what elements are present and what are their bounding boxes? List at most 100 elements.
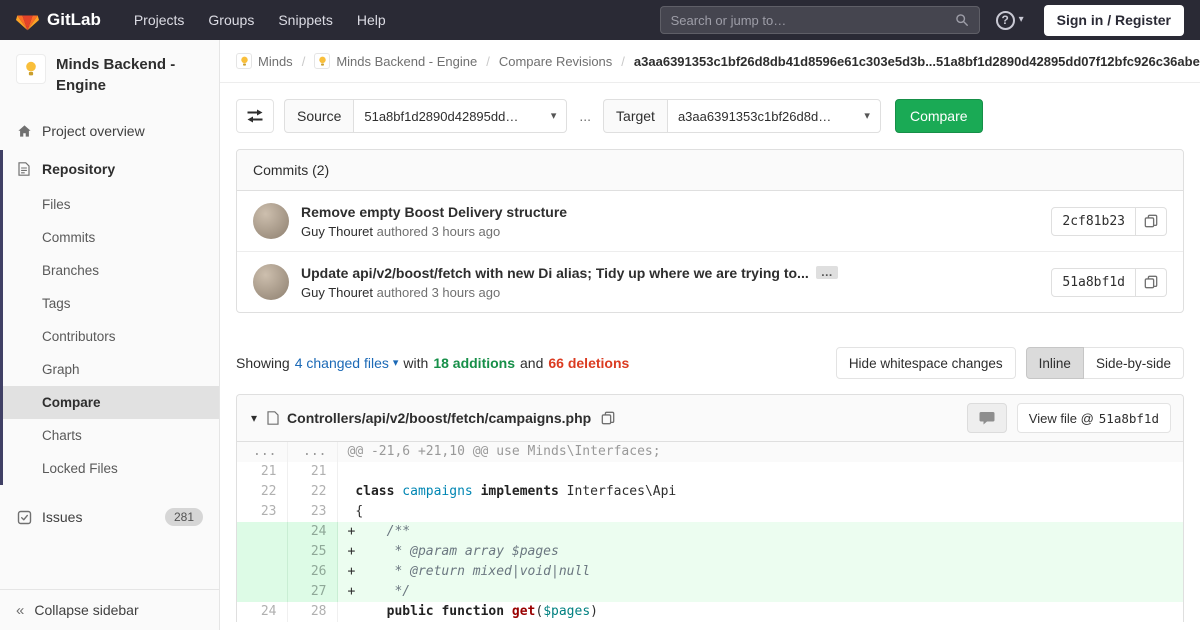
new-line-number[interactable]: 22 bbox=[287, 482, 338, 502]
target-label: Target bbox=[603, 99, 667, 133]
diff-stats: Showing 4 changed files ▾ with 18 additi… bbox=[236, 355, 629, 371]
diff-lines: ...... @@ -21,6 +21,10 @@ use Minds\Inter… bbox=[237, 442, 1183, 622]
new-line-number[interactable]: 25 bbox=[287, 542, 338, 562]
commit-title-link[interactable]: Remove empty Boost Delivery structure bbox=[301, 204, 567, 220]
breadcrumb-separator: / bbox=[301, 53, 306, 69]
sidebar-item-issues[interactable]: Issues 281 bbox=[0, 497, 219, 537]
sidebar-item-project-overview[interactable]: Project overview bbox=[0, 112, 219, 150]
commit-info: Update api/v2/boost/fetch with new Di al… bbox=[301, 265, 1039, 300]
help-menu[interactable]: ? ▾ bbox=[995, 10, 1024, 30]
sidebar-section-repository: Repository Files Commits Branches Tags Contr… bbox=[0, 150, 219, 485]
commit-sha[interactable]: 2cf81b23 bbox=[1051, 206, 1136, 236]
sidebar-nav: Project overview Repository Files Commits… bbox=[0, 112, 219, 537]
new-line-number[interactable]: 27 bbox=[287, 582, 338, 602]
commit-meta: Guy Thouret authored 3 hours ago bbox=[301, 285, 1039, 300]
commit-author-link[interactable]: Guy Thouret bbox=[301, 285, 373, 300]
diff-line-add: 25 + * @param array $pages bbox=[237, 542, 1183, 562]
new-line-number[interactable]: 26 bbox=[287, 562, 338, 582]
inline-view-button[interactable]: Inline bbox=[1025, 347, 1084, 379]
changed-files-label: 4 changed files bbox=[294, 355, 389, 371]
commit-meta-text: authored 3 hours ago bbox=[376, 223, 501, 239]
old-line-number[interactable]: 24 bbox=[237, 602, 288, 622]
compare-button[interactable]: Compare bbox=[894, 99, 983, 133]
new-line-number[interactable]: 21 bbox=[287, 462, 338, 482]
diff-line-add: 26 + * @return mixed|void|null bbox=[237, 562, 1183, 582]
project-title[interactable]: Minds Backend - Engine bbox=[56, 54, 203, 96]
collapse-label: Collapse sidebar bbox=[34, 602, 139, 618]
sign-in-button[interactable]: Sign in / Register bbox=[1043, 4, 1184, 36]
target-value: a3aa6391353c1bf26d8d… bbox=[677, 108, 832, 124]
old-line-number[interactable] bbox=[237, 562, 288, 582]
old-line-number[interactable] bbox=[237, 542, 288, 562]
commit-expand-button[interactable]: … bbox=[815, 266, 838, 279]
diff-view-toggle: Inline Side-by-side bbox=[1025, 347, 1184, 379]
commit-sha[interactable]: 51a8bf1d bbox=[1051, 267, 1136, 297]
sidebar-item-charts[interactable]: Charts bbox=[3, 419, 219, 452]
file-path[interactable]: Controllers/api/v2/boost/fetch/campaigns… bbox=[287, 410, 591, 426]
search-input[interactable] bbox=[670, 12, 955, 28]
old-line-number[interactable] bbox=[237, 582, 288, 602]
copy-sha-button[interactable] bbox=[1136, 267, 1167, 297]
old-line-number[interactable]: ... bbox=[237, 442, 288, 462]
lightbulb-icon bbox=[26, 61, 36, 76]
view-file-button[interactable]: View file @ 51a8bf1d bbox=[1016, 403, 1171, 433]
sidebar-item-branches[interactable]: Branches bbox=[3, 254, 219, 287]
breadcrumb-item-minds[interactable]: Minds bbox=[236, 53, 293, 69]
hide-whitespace-button[interactable]: Hide whitespace changes bbox=[835, 347, 1016, 379]
diff-line-add: 27 + */ bbox=[237, 582, 1183, 602]
old-line-number[interactable]: 23 bbox=[237, 502, 288, 522]
new-line-number[interactable]: 23 bbox=[287, 502, 338, 522]
commit-list: Remove empty Boost Delivery structure Guy… bbox=[237, 191, 1183, 312]
sidebar-item-compare[interactable]: Compare bbox=[3, 386, 219, 419]
changed-files-dropdown[interactable]: 4 changed files ▾ bbox=[295, 355, 399, 371]
diff-stats-row: Showing 4 changed files ▾ with 18 additi… bbox=[236, 347, 1184, 379]
project-avatar[interactable] bbox=[16, 54, 46, 84]
new-line-number[interactable]: 28 bbox=[287, 602, 338, 622]
navbar-link-snippets[interactable]: Snippets bbox=[267, 6, 343, 34]
copy-path-button[interactable] bbox=[599, 409, 617, 427]
gitlab-brand-link[interactable]: GitLab bbox=[16, 9, 101, 31]
sidebar-item-contributors[interactable]: Contributors bbox=[3, 320, 219, 353]
side-by-side-view-button[interactable]: Side-by-side bbox=[1083, 347, 1184, 379]
swap-revisions-button[interactable] bbox=[236, 99, 274, 133]
commit-author-avatar[interactable] bbox=[253, 264, 289, 300]
collapse-sidebar-button[interactable]: « Collapse sidebar bbox=[0, 589, 219, 630]
showing-text: Showing bbox=[236, 355, 290, 371]
old-line-number[interactable]: 22 bbox=[237, 482, 288, 502]
global-search[interactable] bbox=[659, 6, 980, 34]
sidebar-item-graph[interactable]: Graph bbox=[3, 353, 219, 386]
navbar-link-help[interactable]: Help bbox=[346, 6, 397, 34]
sidebar-item-commits[interactable]: Commits bbox=[3, 221, 219, 254]
sidebar-item-files[interactable]: Files bbox=[3, 188, 219, 221]
collapse-file-icon[interactable]: ▾ bbox=[249, 411, 259, 425]
sidebar-item-repository[interactable]: Repository bbox=[3, 150, 219, 188]
breadcrumb-item-minds-backend-engine[interactable]: Minds Backend - Engine bbox=[314, 53, 477, 69]
sidebar-item-label: Project overview bbox=[42, 123, 145, 139]
commit-sha-group: 51a8bf1d bbox=[1051, 267, 1167, 297]
sidebar-item-tags[interactable]: Tags bbox=[3, 287, 219, 320]
diff-table: ...... @@ -21,6 +21,10 @@ use Minds\Inter… bbox=[237, 442, 1183, 622]
breadcrumb-item-compare-revisions[interactable]: Compare Revisions bbox=[499, 54, 612, 69]
old-line-number[interactable]: 21 bbox=[237, 462, 288, 482]
diff-line-code: @@ -21,6 +21,10 @@ use Minds\Interfaces; bbox=[337, 442, 1183, 462]
commit-author-link[interactable]: Guy Thouret bbox=[301, 224, 373, 239]
source-dropdown[interactable]: 51a8bf1d2890d42895dd… ▾ bbox=[353, 99, 568, 133]
sidebar-item-locked-files[interactable]: Locked Files bbox=[3, 452, 219, 485]
commit-author-avatar[interactable] bbox=[253, 203, 289, 239]
commit-row: Update api/v2/boost/fetch with new Di al… bbox=[237, 251, 1183, 312]
new-line-number[interactable]: ... bbox=[287, 442, 338, 462]
new-line-number[interactable]: 24 bbox=[287, 522, 338, 542]
breadcrumb-label: a3aa6391353c1bf26d8db41d8596e61c303e5d3b… bbox=[633, 53, 1200, 69]
deletions-count: 66 deletions bbox=[548, 355, 630, 371]
commit-title-link[interactable]: Update api/v2/boost/fetch with new Di al… bbox=[301, 265, 809, 281]
sidebar-item-label: Issues bbox=[42, 509, 83, 525]
old-line-number[interactable] bbox=[237, 522, 288, 542]
repository-submenu: Files Commits Branches Tags Contributors Grap… bbox=[3, 188, 219, 485]
navbar-link-projects[interactable]: Projects bbox=[123, 6, 196, 34]
navbar-link-groups[interactable]: Groups bbox=[197, 6, 265, 34]
additions-count: 18 additions bbox=[433, 355, 516, 371]
view-file-label: View file @ bbox=[1028, 410, 1094, 426]
target-dropdown[interactable]: a3aa6391353c1bf26d8d… ▾ bbox=[666, 99, 881, 133]
toggle-comments-button[interactable] bbox=[966, 403, 1007, 433]
copy-sha-button[interactable] bbox=[1136, 206, 1167, 236]
